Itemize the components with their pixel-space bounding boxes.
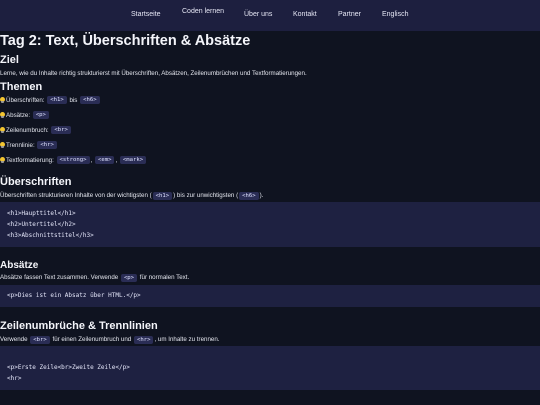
code-hr: <hr> (37, 141, 57, 149)
nav-startseite[interactable]: Startseite (131, 11, 161, 18)
code-h6: <h6> (239, 192, 259, 200)
text-segment: Überschriften strukturieren Inhalte von … (0, 192, 152, 199)
ziel-heading: Ziel (0, 54, 19, 66)
themen-item-label: Textformatierung: (6, 156, 54, 164)
code-br: <br> (30, 336, 50, 344)
ueberschriften-text: Überschriften strukturieren Inhalte von … (0, 192, 263, 200)
ziel-text: Lerne, wie du Inhalte richtig strukturie… (0, 70, 307, 77)
code-h1: <h1> (47, 96, 67, 104)
themen-item-label: Trennlinie: (6, 141, 35, 149)
code-block-absaetze: <p>Dies ist ein Absatz über HTML.</p> (0, 285, 540, 307)
code-mark: <mark> (119, 156, 147, 164)
code-block-umbrueche: <p>Erste Zeile<br>Zweite Zeile</p> <hr> (0, 346, 540, 390)
absaetze-heading: Absätze (0, 260, 39, 271)
ueberschriften-heading: Überschriften (0, 176, 72, 188)
text-segment: Absätze fassen Text zusammen. Verwende (0, 274, 119, 281)
themen-item-ueberschriften: Überschriften: <h1> bis <h6> (0, 96, 101, 104)
nav-englisch[interactable]: Englisch (382, 11, 408, 18)
lightbulb-icon (0, 141, 5, 149)
themen-item-absaetze: Absätze: <p> (0, 111, 50, 119)
code-line: <p>Dies ist ein Absatz über HTML.</p> (7, 292, 141, 299)
page-title: Tag 2: Text, Überschriften & Absätze (0, 33, 251, 49)
code-p: <p> (120, 274, 138, 282)
lightbulb-icon (0, 156, 5, 164)
code-line: <p>Erste Zeile<br>Zweite Zeile</p> (7, 364, 130, 371)
absaetze-text: Absätze fassen Text zusammen. Verwende <… (0, 274, 189, 282)
code-br: <br> (51, 126, 71, 134)
nav-partner[interactable]: Partner (338, 11, 361, 18)
code-line: <h2>Untertitel</h2> (7, 221, 76, 228)
lightbulb-icon (0, 96, 5, 104)
text-segment: ). (259, 192, 264, 199)
code-block-ueberschriften: <h1>Haupttitel</h1> <h2>Untertitel</h2> … (0, 202, 540, 247)
themen-item-label: Absätze: (6, 111, 31, 119)
code-line: <h1>Haupttitel</h1> (7, 210, 76, 217)
themen-joiner: bis (69, 96, 78, 104)
text-segment: ) bis zur unwichtigsten ( (173, 192, 239, 199)
code-hr: <hr> (134, 336, 154, 344)
lightbulb-icon (0, 126, 5, 134)
top-navigation: Startseite Coden lernen Über uns Kontakt… (0, 0, 540, 31)
text-segment: Verwende (0, 336, 28, 343)
code-h6: <h6> (80, 96, 100, 104)
umbrueche-heading: Zeilenumbrüche & Trennlinien (0, 320, 158, 332)
lightbulb-icon (0, 111, 5, 119)
themen-joiner: , (90, 156, 93, 164)
nav-coden-lernen[interactable]: Coden lernen (182, 8, 224, 15)
themen-item-zeilenumbruch: Zeilenumbruch: <br> (0, 126, 72, 134)
themen-heading: Themen (0, 81, 43, 93)
code-h1: <h1> (152, 192, 173, 200)
themen-item-textformatierung: Textformatierung: <strong>, <em>, <mark> (0, 156, 147, 164)
nav-kontakt[interactable]: Kontakt (293, 11, 317, 18)
text-segment: für einen Zeilenumbruch und (52, 336, 132, 343)
code-p: <p> (32, 111, 49, 119)
themen-item-label: Überschriften: (6, 96, 45, 104)
umbrueche-text: Verwende <br> für einen Zeilenumbruch un… (0, 336, 220, 344)
code-line: <h3>Abschnittstitel</h3> (7, 232, 94, 239)
text-segment: für normalen Text. (139, 274, 190, 281)
code-line: <hr> (7, 375, 22, 382)
themen-item-trennlinie: Trennlinie: <hr> (0, 141, 58, 149)
themen-joiner: , (115, 156, 118, 164)
text-segment: , um Inhalte zu trennen. (154, 336, 220, 343)
themen-item-label: Zeilenumbruch: (6, 126, 49, 134)
code-em: <em> (94, 156, 115, 164)
code-strong: <strong> (56, 156, 90, 164)
nav-ueber-uns[interactable]: Über uns (244, 11, 272, 18)
